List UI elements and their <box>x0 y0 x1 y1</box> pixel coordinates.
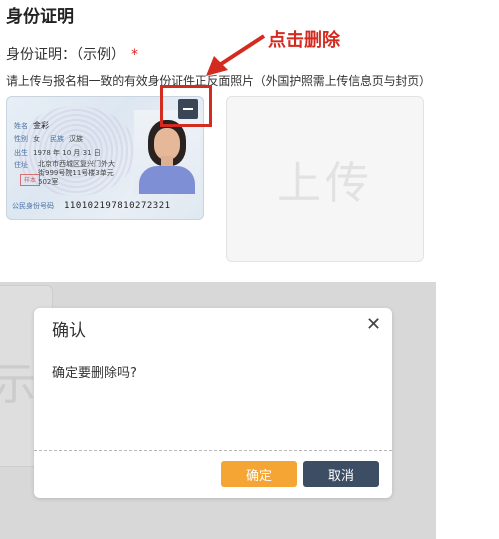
section-title: 身份证明 <box>6 7 74 27</box>
dialog-title: 确认 <box>52 321 86 341</box>
close-icon[interactable]: ✕ <box>366 314 381 335</box>
background-glyph: 示 <box>0 359 36 410</box>
dialog-message: 确定要删除吗? <box>52 366 137 381</box>
upload-box[interactable]: 上传 <box>226 96 424 262</box>
id-number-row: 公民身份号码 110102197810272321 <box>12 201 171 211</box>
annotation-label: 点击删除 <box>268 30 340 51</box>
field-label: 身份证明：（示例） * <box>6 44 138 64</box>
confirm-button[interactable]: 确定 <box>221 461 297 487</box>
field-label-text: 身份证明：（示例） <box>6 47 125 63</box>
dialog-divider <box>34 450 392 451</box>
minus-icon <box>183 108 193 110</box>
required-mark: * <box>131 47 138 63</box>
confirm-dialog: 确认 ✕ 确定要删除吗? 确定 取消 <box>34 308 392 498</box>
cancel-button[interactable]: 取消 <box>303 461 379 487</box>
id-address-key: 住址 <box>14 161 28 169</box>
id-gender-row: 性别女民族 汉族 <box>14 135 83 143</box>
sample-stamp: 样本 <box>20 174 40 186</box>
id-address-value: 北京市西城区复兴门外大 街999号院11号楼3单元 502室 <box>38 160 115 186</box>
upload-label: 上传 <box>277 158 373 209</box>
id-name-row: 姓名 金彩 <box>14 121 49 130</box>
delete-button[interactable] <box>178 99 198 119</box>
annotation-arrow-icon <box>206 34 266 76</box>
id-birth-row: 出生 1978 年 10 月 31 日 <box>14 149 101 157</box>
